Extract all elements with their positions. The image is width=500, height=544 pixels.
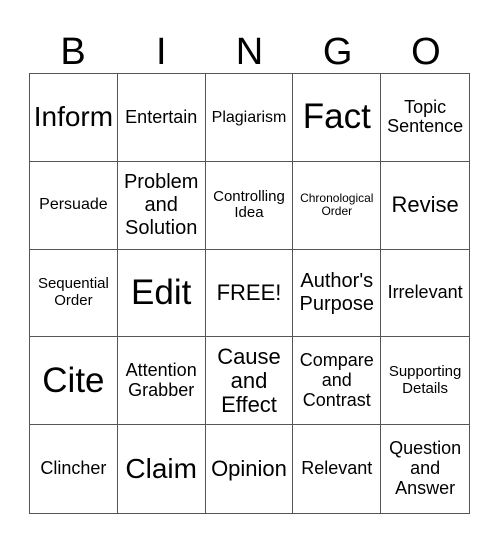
bingo-cell[interactable]: Claim bbox=[118, 425, 206, 513]
bingo-cell[interactable]: Cite bbox=[30, 337, 118, 426]
bingo-header: B I N G O bbox=[29, 30, 470, 74]
header-letter-n: N bbox=[235, 31, 264, 73]
bingo-cell[interactable]: Controlling Idea bbox=[205, 161, 294, 250]
bingo-cell[interactable]: Plagiarism bbox=[205, 74, 294, 162]
bingo-grid: Inform Entertain Plagiarism Fact Topic Sente… bbox=[29, 73, 470, 514]
bingo-cell[interactable]: Persuade bbox=[30, 161, 118, 250]
header-letter-i: I bbox=[156, 31, 167, 73]
bingo-cell[interactable]: Inform bbox=[30, 74, 118, 162]
bingo-cell[interactable]: Sequential Order bbox=[30, 249, 118, 338]
bingo-cell[interactable]: Attention Grabber bbox=[117, 337, 206, 426]
bingo-cell[interactable]: Entertain bbox=[117, 74, 206, 162]
bingo-cell[interactable]: Fact bbox=[293, 74, 382, 162]
header-letter-g: G bbox=[322, 31, 353, 73]
bingo-cell[interactable]: Author's Purpose bbox=[293, 249, 382, 338]
header-letter-b: B bbox=[60, 31, 86, 73]
bingo-cell[interactable]: Cause and Effect bbox=[205, 337, 294, 426]
bingo-cell[interactable]: Topic Sentence bbox=[381, 74, 469, 162]
header-letter-o: O bbox=[411, 31, 441, 73]
bingo-cell[interactable]: Clincher bbox=[30, 425, 118, 513]
bingo-cell[interactable]: Relevant bbox=[293, 425, 382, 513]
bingo-cell[interactable]: Irrelevant bbox=[381, 250, 469, 338]
free-space-cell[interactable]: FREE! bbox=[205, 249, 294, 338]
bingo-cell[interactable]: Question and Answer bbox=[381, 425, 469, 513]
bingo-cell[interactable]: Chronological Order bbox=[293, 161, 382, 250]
bingo-cell[interactable]: Revise bbox=[381, 162, 469, 250]
bingo-cell[interactable]: Opinion bbox=[206, 425, 294, 513]
bingo-cell[interactable]: Supporting Details bbox=[381, 337, 469, 426]
bingo-cell[interactable]: Compare and Contrast bbox=[293, 337, 382, 426]
bingo-cell[interactable]: Edit bbox=[117, 249, 206, 338]
bingo-cell[interactable]: Problem and Solution bbox=[117, 161, 206, 250]
